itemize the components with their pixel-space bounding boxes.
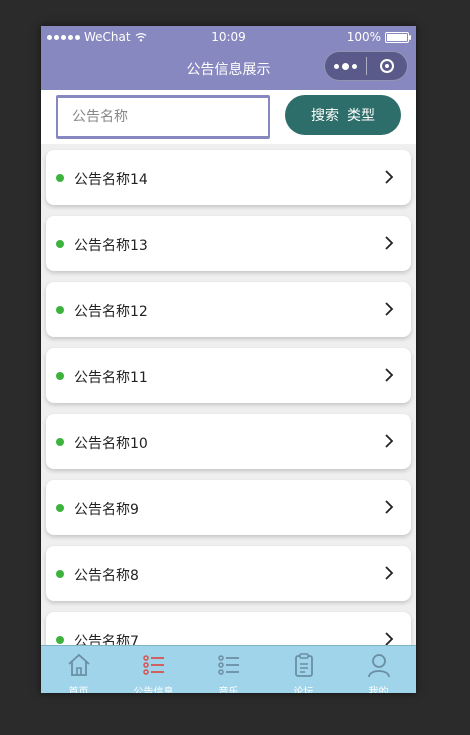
status-dot-icon — [56, 372, 64, 380]
clipboard-icon — [294, 653, 313, 677]
chevron-right-icon — [385, 302, 394, 316]
list-item[interactable]: 公告名称11 — [46, 348, 411, 403]
close-circle-icon — [379, 59, 394, 73]
tab-profile-label: 我的 — [368, 687, 389, 693]
top-bar: WeChat 10:09 100% 公告信息展示 — [41, 26, 416, 90]
status-dot-icon — [56, 240, 64, 248]
list-item-label: 公告名称9 — [74, 502, 139, 518]
tab-home[interactable]: 首页 — [41, 646, 116, 693]
list-item-label: 公告名称12 — [74, 304, 148, 320]
chevron-right-icon — [385, 566, 394, 580]
search-button-label: 搜索 — [311, 108, 339, 124]
list-item-label: 公告名称13 — [74, 238, 148, 254]
status-dot-icon — [56, 636, 64, 644]
status-right: 100% — [346, 30, 411, 44]
list-item[interactable]: 公告名称9 — [46, 480, 411, 535]
search-bar: 搜索 类型 — [41, 90, 416, 144]
list-icon — [142, 655, 164, 675]
list-item[interactable]: 公告名称8 — [46, 546, 411, 601]
tab-home-label: 首页 — [68, 687, 89, 693]
chevron-right-icon — [385, 434, 394, 448]
battery-percent: 100% — [346, 30, 381, 44]
tab-profile[interactable]: 我的 — [341, 646, 416, 693]
chevron-right-icon — [385, 236, 394, 250]
type-button-label: 类型 — [347, 108, 375, 124]
list-item[interactable]: 公告名称10 — [46, 414, 411, 469]
list-item-label: 公告名称11 — [74, 370, 148, 386]
tab-announcements-label: 公告信息 — [133, 687, 174, 693]
list-item[interactable]: 公告名称14 — [46, 150, 411, 205]
chevron-right-icon — [385, 170, 394, 184]
tab-bar: 首页 公告信息 音乐 论坛 我的 — [41, 645, 416, 693]
more-button[interactable] — [325, 62, 366, 70]
status-bar: WeChat 10:09 100% — [41, 26, 416, 48]
tab-music[interactable]: 音乐 — [191, 646, 266, 693]
list-item-label: 公告名称8 — [74, 568, 139, 584]
phone-screen: WeChat 10:09 100% 公告信息展示 公告名称 搜索 类型 公告名称… — [41, 26, 416, 693]
chevron-right-icon — [385, 500, 394, 514]
list-item-label: 公告名称10 — [74, 436, 148, 452]
status-dot-icon — [56, 174, 64, 182]
tab-music-label: 音乐 — [218, 687, 239, 693]
close-button[interactable] — [366, 59, 407, 73]
list-item[interactable]: 公告名称12 — [46, 282, 411, 337]
status-dot-icon — [56, 504, 64, 512]
tab-forum[interactable]: 论坛 — [266, 646, 341, 693]
chevron-right-icon — [385, 368, 394, 382]
status-dot-icon — [56, 306, 64, 314]
list-item-label: 公告名称14 — [74, 172, 148, 188]
tab-announcements[interactable]: 公告信息 — [116, 646, 191, 693]
mini-program-capsule — [324, 51, 408, 81]
user-icon — [367, 654, 390, 678]
home-icon — [67, 653, 90, 676]
music-list-icon — [217, 655, 239, 675]
status-dot-icon — [56, 438, 64, 446]
search-input[interactable] — [56, 95, 270, 139]
tab-forum-label: 论坛 — [293, 687, 314, 693]
search-button[interactable]: 搜索 类型 — [285, 95, 401, 135]
list-item[interactable]: 公告名称13 — [46, 216, 411, 271]
status-dot-icon — [56, 570, 64, 578]
battery-icon — [385, 31, 411, 43]
